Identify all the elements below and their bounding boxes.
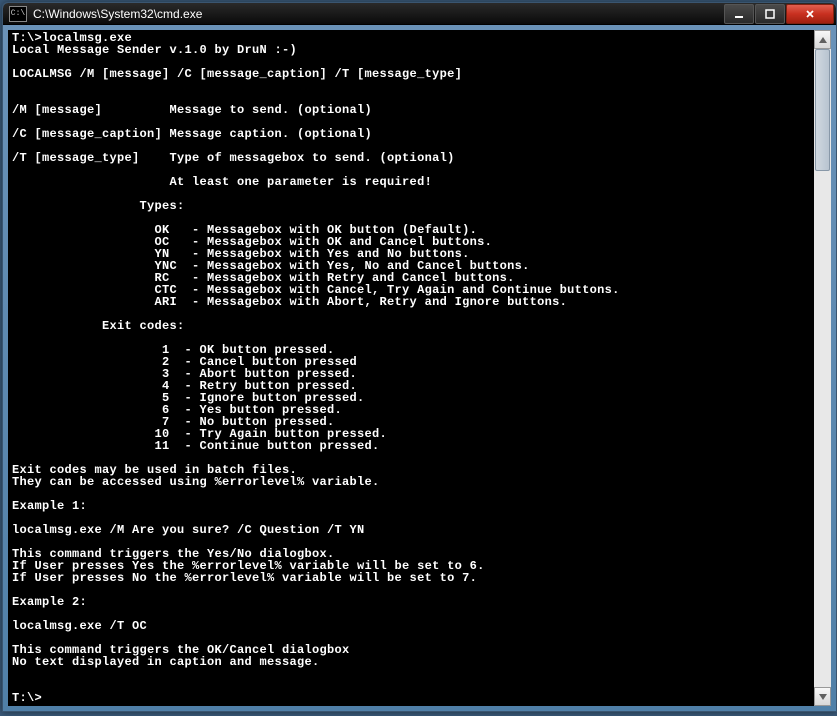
scroll-track[interactable] [814, 49, 831, 687]
maximize-button[interactable] [755, 4, 785, 24]
console-line [12, 584, 814, 596]
cmd-window: C:\ C:\Windows\System32\cmd.exe T:\>loca… [2, 2, 837, 712]
console-line: localmsg.exe /M Are you sure? /C Questio… [12, 524, 814, 536]
titlebar[interactable]: C:\ C:\Windows\System32\cmd.exe [3, 3, 836, 25]
console-line: They can be accessed using %errorlevel% … [12, 476, 814, 488]
console-line: No text displayed in caption and message… [12, 656, 814, 668]
console-frame: T:\>localmsg.exeLocal Message Sender v.1… [3, 25, 836, 711]
console-line [12, 680, 814, 692]
console-line: If User presses No the %errorlevel% vari… [12, 572, 814, 584]
console-line: At least one parameter is required! [12, 176, 814, 188]
console-line [12, 80, 814, 92]
scroll-thumb[interactable] [815, 49, 830, 171]
console-line: Exit codes: [12, 320, 814, 332]
console-line: ARI - Messagebox with Abort, Retry and I… [12, 296, 814, 308]
console-line: LOCALMSG /M [message] /C [message_captio… [12, 68, 814, 80]
console-line: /M [message] Message to send. (optional) [12, 104, 814, 116]
vertical-scrollbar[interactable] [814, 30, 831, 706]
console-line: Local Message Sender v.1.0 by DruN :-) [12, 44, 814, 56]
console-line [12, 488, 814, 500]
console-line: localmsg.exe /T OC [12, 620, 814, 632]
console-line: /C [message_caption] Message caption. (o… [12, 128, 814, 140]
window-title: C:\Windows\System32\cmd.exe [33, 7, 724, 21]
scroll-down-button[interactable] [814, 687, 831, 706]
close-button[interactable] [786, 4, 834, 24]
console-line: Example 1: [12, 500, 814, 512]
console-line: Types: [12, 200, 814, 212]
minimize-button[interactable] [724, 4, 754, 24]
scroll-up-button[interactable] [814, 30, 831, 49]
console-line: 11 - Continue button pressed. [12, 440, 814, 452]
console-line [12, 668, 814, 680]
console-line: T:\> [12, 692, 814, 704]
console-line: Example 2: [12, 596, 814, 608]
console-output[interactable]: T:\>localmsg.exeLocal Message Sender v.1… [8, 30, 814, 706]
cmd-icon: C:\ [9, 6, 27, 22]
window-controls [724, 4, 834, 24]
console-line: /T [message_type] Type of messagebox to … [12, 152, 814, 164]
